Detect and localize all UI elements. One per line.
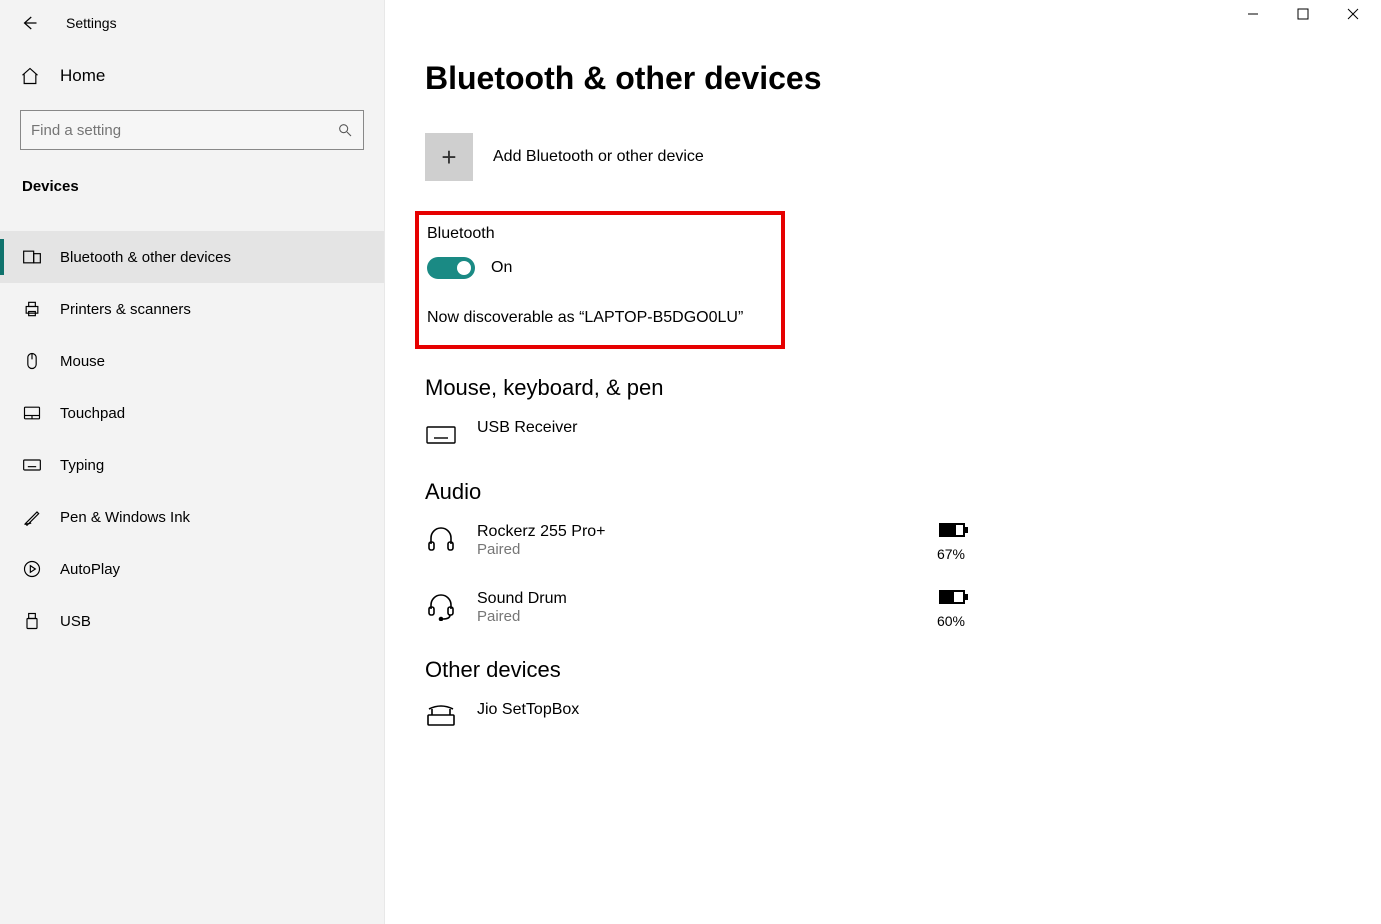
nav-label: Printers & scanners: [60, 301, 191, 318]
section-audio: Audio: [425, 479, 1341, 505]
bluetooth-devices-icon: [22, 247, 42, 267]
sidebar: Settings Home Devices Bluetooth & other …: [0, 0, 385, 924]
battery-status: 60%: [937, 590, 965, 629]
nav-list: Bluetooth & other devices Printers & sca…: [0, 231, 384, 647]
usb-icon: [22, 611, 42, 631]
page-title: Bluetooth & other devices: [425, 60, 1341, 97]
device-name: Jio SetTopBox: [477, 701, 579, 719]
home-label: Home: [60, 66, 105, 86]
bluetooth-discoverable-text: Now discoverable as “LAPTOP-B5DGO0LU”: [427, 309, 773, 327]
nav-label: Typing: [60, 457, 104, 474]
minimize-button[interactable]: [1247, 8, 1267, 20]
add-device-label: Add Bluetooth or other device: [493, 148, 704, 166]
battery-status: 67%: [937, 523, 965, 562]
device-name: Sound Drum: [477, 590, 567, 608]
nav-printers-scanners[interactable]: Printers & scanners: [0, 283, 384, 335]
search-icon: [337, 122, 353, 138]
nav-label: Pen & Windows Ink: [60, 509, 190, 526]
close-button[interactable]: [1347, 8, 1367, 20]
device-audio-1[interactable]: Sound Drum Paired 60%: [425, 590, 965, 629]
nav-bluetooth-other-devices[interactable]: Bluetooth & other devices: [0, 231, 384, 283]
nav-typing[interactable]: Typing: [0, 439, 384, 491]
add-device-button[interactable]: + Add Bluetooth or other device: [425, 133, 1341, 181]
keyboard-icon: [22, 455, 42, 475]
touchpad-icon: [22, 403, 42, 423]
headset-icon: [425, 590, 457, 622]
nav-usb[interactable]: USB: [0, 595, 384, 647]
nav-label: Touchpad: [60, 405, 125, 422]
device-usb-receiver[interactable]: USB Receiver: [425, 419, 965, 451]
device-status: Paired: [477, 541, 606, 558]
device-audio-0[interactable]: Rockerz 255 Pro+ Paired 67%: [425, 523, 965, 562]
category-heading: Devices: [0, 156, 384, 203]
bluetooth-toggle[interactable]: [427, 257, 475, 279]
mouse-icon: [22, 351, 42, 371]
battery-icon: [939, 523, 965, 537]
battery-percent: 60%: [937, 613, 965, 629]
home-button[interactable]: Home: [0, 42, 384, 96]
bluetooth-state: On: [491, 259, 512, 277]
nav-pen-ink[interactable]: Pen & Windows Ink: [0, 491, 384, 543]
search-input[interactable]: [20, 110, 364, 150]
pen-icon: [22, 507, 42, 527]
window-controls: [1247, 8, 1367, 20]
section-other-devices: Other devices: [425, 657, 1341, 683]
main-content: Bluetooth & other devices + Add Bluetoot…: [385, 0, 1381, 924]
back-button[interactable]: [20, 14, 38, 32]
device-other-0[interactable]: Jio SetTopBox: [425, 701, 965, 733]
autoplay-icon: [22, 559, 42, 579]
nav-touchpad[interactable]: Touchpad: [0, 387, 384, 439]
plus-icon: +: [425, 133, 473, 181]
headphones-icon: [425, 523, 457, 555]
nav-label: Mouse: [60, 353, 105, 370]
search-field[interactable]: [31, 122, 337, 139]
nav-label: Bluetooth & other devices: [60, 249, 231, 266]
nav-label: AutoPlay: [60, 561, 120, 578]
bluetooth-heading: Bluetooth: [427, 225, 773, 243]
device-name: Rockerz 255 Pro+: [477, 523, 606, 541]
maximize-button[interactable]: [1297, 8, 1317, 20]
printer-icon: [22, 299, 42, 319]
section-mouse-keyboard-pen: Mouse, keyboard, & pen: [425, 375, 1341, 401]
battery-percent: 67%: [937, 546, 965, 562]
nav-mouse[interactable]: Mouse: [0, 335, 384, 387]
device-status: Paired: [477, 608, 567, 625]
nav-autoplay[interactable]: AutoPlay: [0, 543, 384, 595]
settop-icon: [425, 701, 457, 733]
home-icon: [20, 66, 40, 86]
battery-icon: [939, 590, 965, 604]
bluetooth-highlight: Bluetooth On Now discoverable as “LAPTOP…: [415, 211, 785, 349]
app-title: Settings: [66, 15, 117, 31]
device-name: USB Receiver: [477, 419, 577, 437]
nav-label: USB: [60, 613, 91, 630]
keyboard-icon: [425, 419, 457, 451]
